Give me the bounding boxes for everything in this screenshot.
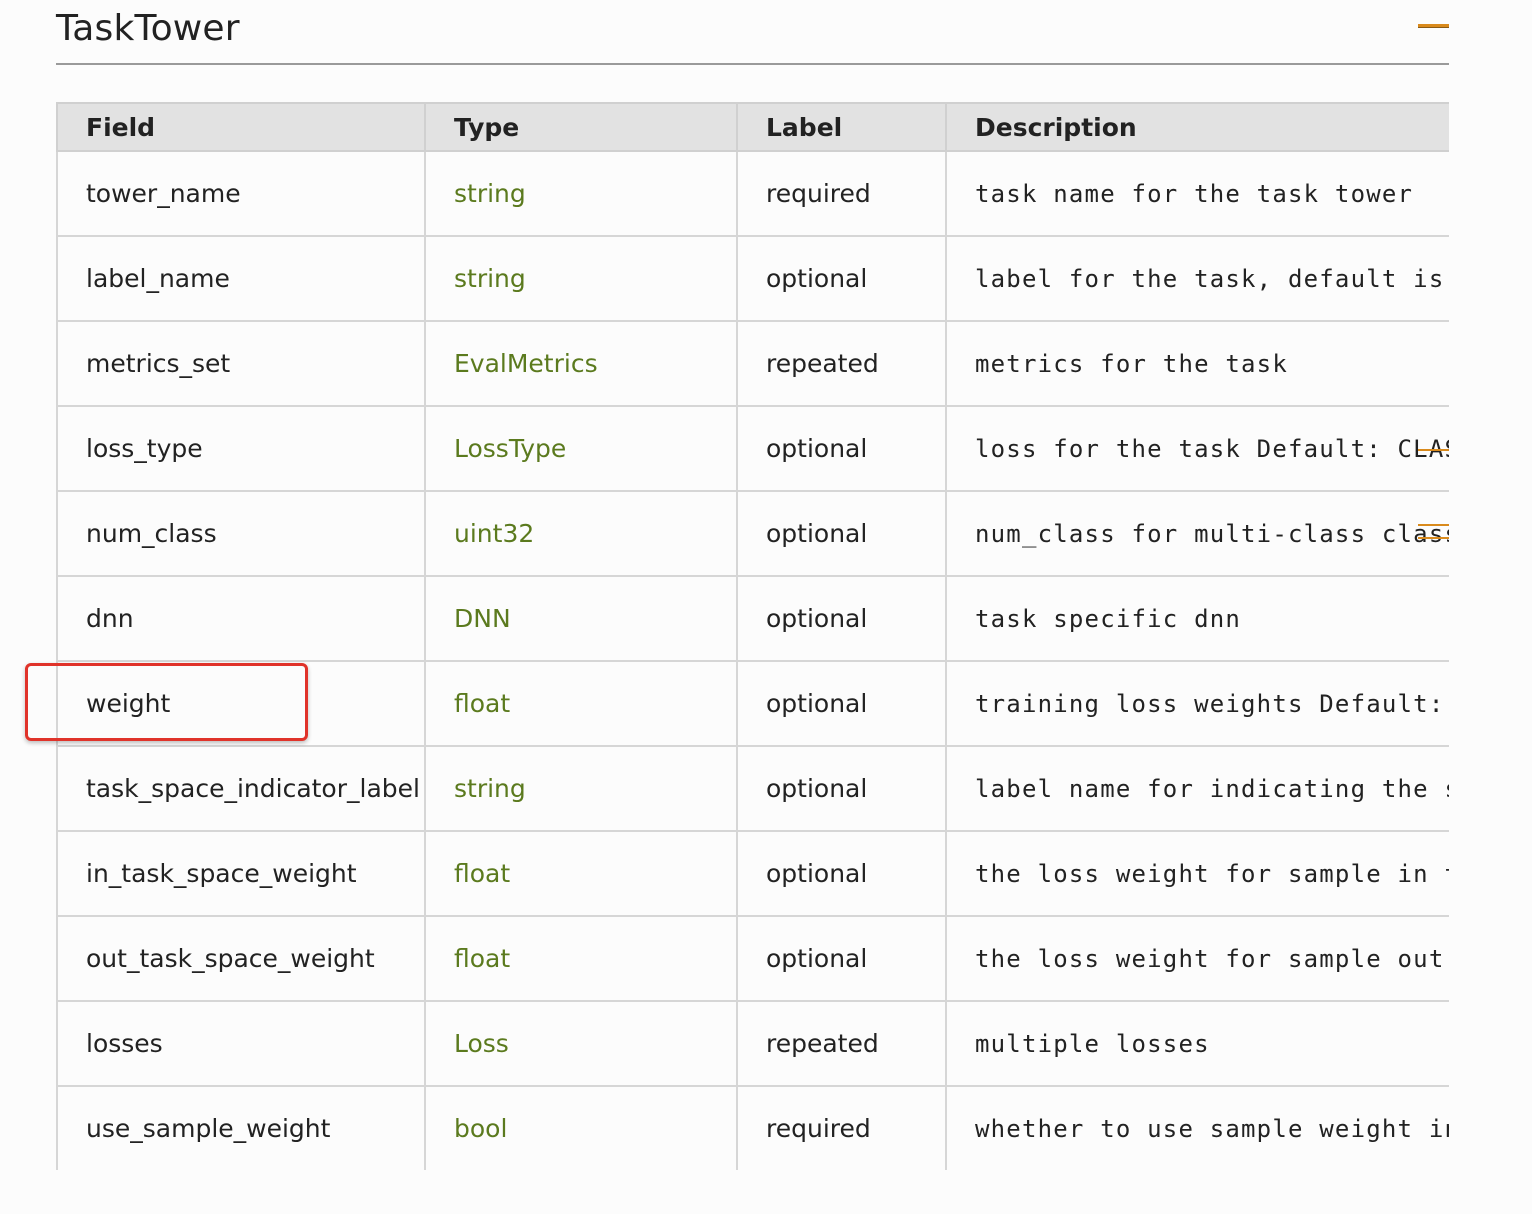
type-link[interactable]: string [424,150,738,237]
header-description: Description [945,102,1449,152]
table-row: losses Loss repeated multiple losses [56,1000,1449,1087]
header-field: Field [56,102,426,152]
description-cell: task name for the task tower [945,150,1449,237]
label-cell: optional [736,490,947,577]
type-link[interactable]: DNN [424,575,738,662]
description-cell: label name for indicating the sam [945,745,1449,832]
table-row: use_sample_weight bool required whether … [56,1085,1449,1170]
label-cell: repeated [736,320,947,407]
description-cell: label for the task, default is la [945,235,1449,322]
label-cell: optional [736,915,947,1002]
label-cell: required [736,1085,947,1170]
table-row: metrics_set EvalMetrics repeated metrics… [56,320,1449,407]
type-link[interactable]: EvalMetrics [424,320,738,407]
field-cell: dnn [56,575,426,662]
type-link[interactable]: string [424,235,738,322]
description-cell: loss for the task Default: CLASSI [945,405,1449,492]
table-row: in_task_space_weight float optional the … [56,830,1449,917]
field-cell: loss_type [56,405,426,492]
highlight-annotation-box [25,663,308,741]
page: TaskTower Field Type Label Description t… [0,0,1532,1214]
field-cell: metrics_set [56,320,426,407]
field-cell: tower_name [56,150,426,237]
title-divider [56,63,1449,65]
type-link[interactable]: LossType [424,405,738,492]
field-cell: in_task_space_weight [56,830,426,917]
header-label: Label [736,102,947,152]
label-cell: optional [736,830,947,917]
edge-marker [1418,449,1449,451]
type-link[interactable]: float [424,915,738,1002]
fields-table: Field Type Label Description tower_name … [56,102,1449,1170]
edge-marker [1418,524,1449,526]
field-cell: num_class [56,490,426,577]
label-cell: optional [736,575,947,662]
type-link[interactable]: float [424,830,738,917]
type-link[interactable]: Loss [424,1000,738,1087]
type-link[interactable]: string [424,745,738,832]
field-cell: task_space_indicator_label [56,745,426,832]
description-cell: the loss weight for sample out th [945,915,1449,1002]
label-cell: optional [736,745,947,832]
description-cell: multiple losses [945,1000,1449,1087]
description-cell: whether to use sample weight in t [945,1085,1449,1170]
type-link[interactable]: bool [424,1085,738,1170]
description-cell: metrics for the task [945,320,1449,407]
table-row: tower_name string required task name for… [56,150,1449,237]
table-row: out_task_space_weight float optional the… [56,915,1449,1002]
field-cell: losses [56,1000,426,1087]
table-header-row: Field Type Label Description [56,102,1449,152]
section-title: TaskTower [56,8,240,49]
description-cell: task specific dnn [945,575,1449,662]
table-row: label_name string optional label for the… [56,235,1449,322]
label-cell: optional [736,660,947,747]
field-cell: use_sample_weight [56,1085,426,1170]
label-cell: optional [736,405,947,492]
type-link[interactable]: uint32 [424,490,738,577]
label-cell: optional [736,235,947,322]
table-row: loss_type LossType optional loss for the… [56,405,1449,492]
description-cell: num_class for multi-class classif [945,490,1449,577]
description-cell: training loss weights Default: 1 [945,660,1449,747]
table-row: task_space_indicator_label string option… [56,745,1449,832]
description-cell: the loss weight for sample in the [945,830,1449,917]
label-cell: required [736,150,947,237]
table-row: num_class uint32 optional num_class for … [56,490,1449,577]
type-link[interactable]: float [424,660,738,747]
label-cell: repeated [736,1000,947,1087]
header-type: Type [424,102,738,152]
edge-marker [1418,537,1449,539]
field-cell: label_name [56,235,426,322]
minus-icon[interactable] [1418,24,1449,34]
table-row: dnn DNN optional task specific dnn [56,575,1449,662]
field-cell: out_task_space_weight [56,915,426,1002]
fields-table-container[interactable]: Field Type Label Description tower_name … [56,102,1449,1170]
